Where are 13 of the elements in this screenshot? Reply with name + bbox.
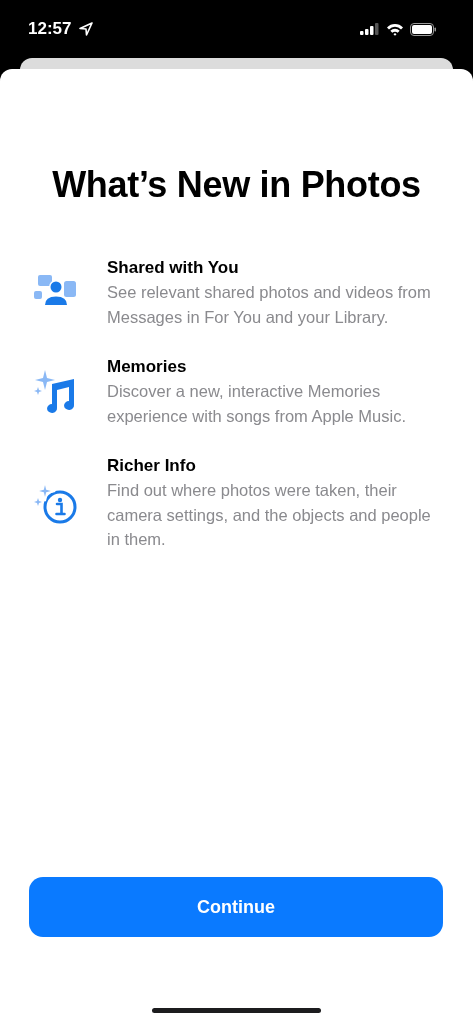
signal-icon [360, 23, 380, 35]
feature-description: See relevant shared photos and videos from Messages in For You and your Library. [107, 282, 432, 328]
wifi-icon [386, 22, 404, 36]
feature-description: Find out where photos were taken, their camera settings, and the objects and people in them. [107, 480, 432, 550]
battery-icon [410, 22, 437, 36]
feature-title: Memories [107, 356, 188, 378]
feature-description: Discover a new, interactive Memories experience with songs from Apple Music. [107, 381, 407, 427]
location-arrow-icon [79, 22, 94, 36]
feature-title: Shared with You [107, 257, 240, 279]
continue-button[interactable]: Continue [29, 877, 443, 937]
status-time: 12:57 [28, 19, 72, 39]
page-title: What’s New in Photos [51, 164, 422, 206]
feature-title: Richer Info [107, 455, 197, 477]
